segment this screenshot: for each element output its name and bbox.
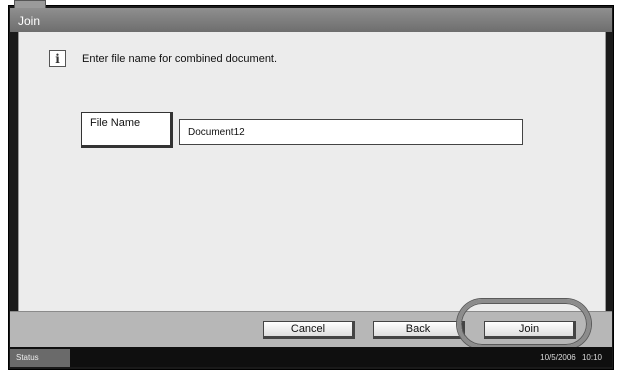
window-title: Join <box>10 8 612 32</box>
status-button[interactable]: Status <box>10 349 70 367</box>
info-icon: i <box>49 50 66 67</box>
file-name-button[interactable]: File Name <box>81 112 173 148</box>
cancel-button[interactable]: Cancel <box>263 321 355 339</box>
status-bar: Status 10/5/2006 10:10 <box>10 347 612 367</box>
file-name-field[interactable] <box>179 119 523 145</box>
main-panel: i Enter file name for combined document.… <box>18 32 606 311</box>
join-highlight-ring <box>457 299 591 349</box>
status-datetime: 10/5/2006 10:10 <box>540 353 602 362</box>
back-button[interactable]: Back <box>373 321 465 339</box>
message-text: Enter file name for combined document. <box>82 52 278 65</box>
message-row: i Enter file name for combined document. <box>49 50 277 67</box>
